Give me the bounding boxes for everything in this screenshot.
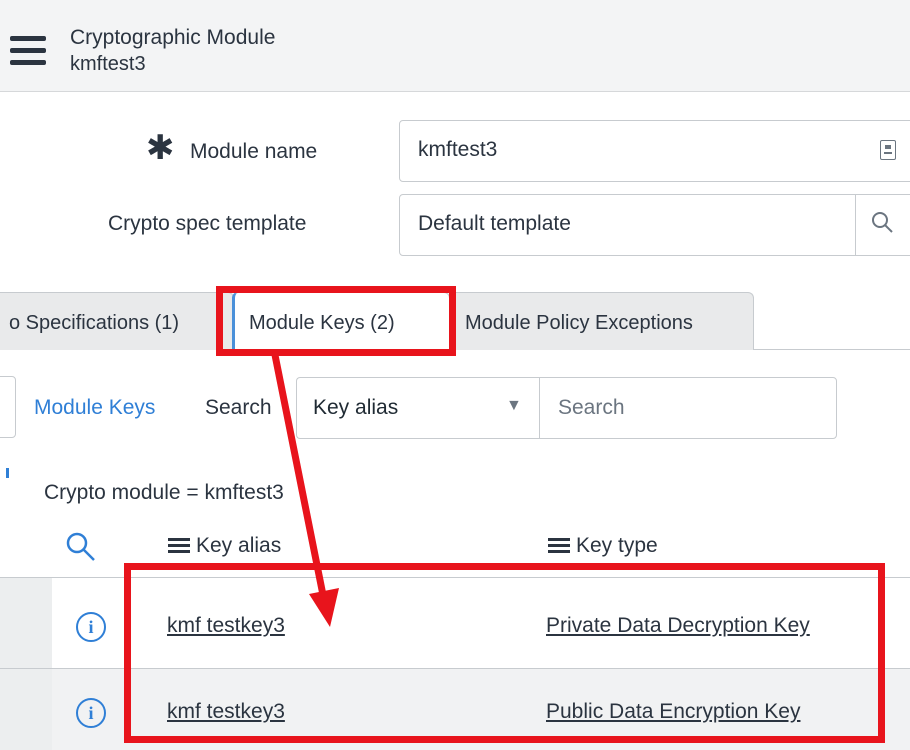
annotation-arrow (271, 354, 339, 627)
